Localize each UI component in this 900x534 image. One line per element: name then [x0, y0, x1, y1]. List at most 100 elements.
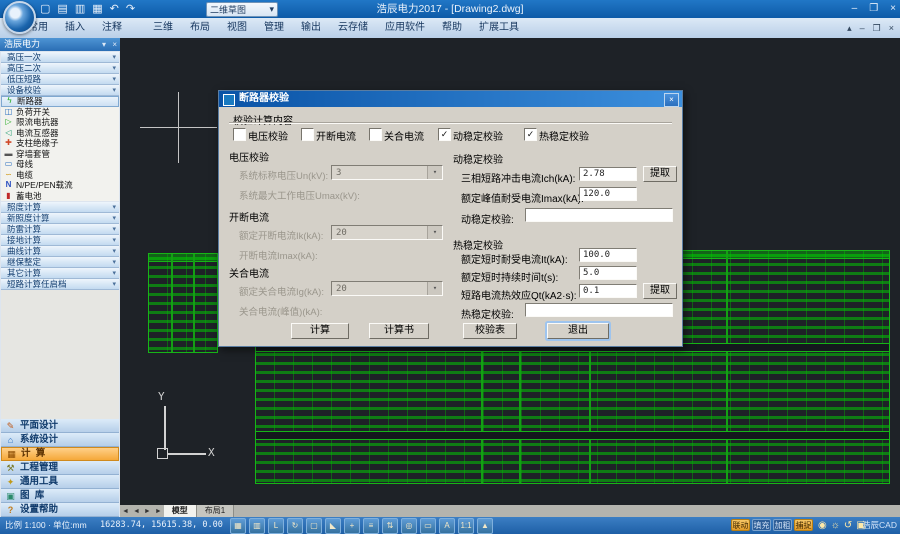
thermal-result-field[interactable]: [525, 303, 673, 317]
sidebar-section-relay-setting[interactable]: 继保整定▾: [1, 257, 119, 268]
tab-help[interactable]: 帮助: [442, 18, 462, 38]
prev-tab-icon[interactable]: ◄: [133, 508, 140, 515]
sidebar-item-current-transformer[interactable]: ◁电流互感器: [1, 128, 119, 139]
sidebar-section-curve-calc[interactable]: 曲线计算▾: [1, 246, 119, 257]
it-input[interactable]: 100.0: [579, 248, 637, 262]
sidebar-item-load-switch[interactable]: ◫负荷开关: [1, 107, 119, 118]
sidebar-header[interactable]: 浩辰电力 ▾ ×: [0, 38, 120, 51]
sync-icon[interactable]: ↺: [844, 518, 852, 533]
tab-view[interactable]: 视图: [227, 18, 247, 38]
calc-report-button[interactable]: 计算书: [369, 323, 429, 339]
osnap-icon[interactable]: ▢: [306, 518, 322, 534]
sidebar-section-illuminance[interactable]: 照度计算▾: [1, 202, 119, 213]
checkbox-breaking-current[interactable]: [301, 128, 314, 141]
workspace-dropdown[interactable]: 二维草图 ▾: [206, 2, 278, 17]
ortho-icon[interactable]: L: [268, 518, 284, 534]
nav-settings-help[interactable]: ?设置帮助: [1, 503, 119, 517]
sidebar-section-device-check[interactable]: 设备校验▾: [1, 85, 119, 96]
restore-button[interactable]: ❐: [869, 0, 878, 18]
check-table-button[interactable]: 校验表: [463, 323, 517, 339]
sidebar-section-short-circuit-task[interactable]: 短路计算任启档▾: [1, 279, 119, 290]
doc-close-icon[interactable]: ×: [889, 23, 894, 33]
sidebar-section-hv-secondary[interactable]: 高压二次▾: [1, 63, 119, 74]
print-icon[interactable]: ▦: [92, 1, 102, 17]
nav-library[interactable]: ▣图 库: [1, 489, 119, 503]
new-file-icon[interactable]: ▢: [40, 1, 50, 17]
toggle-linkage[interactable]: 联动: [731, 519, 750, 531]
toggle-snap[interactable]: 捕捉: [794, 519, 813, 531]
breaking-ik-combo[interactable]: 20 ▾: [331, 225, 443, 240]
save-file-icon[interactable]: ▥: [75, 1, 85, 17]
calculate-button[interactable]: 计算: [291, 323, 349, 339]
panel-close-icon[interactable]: ×: [112, 38, 117, 51]
dialog-title-bar[interactable]: 断路器校验: [219, 91, 682, 107]
sidebar-item-busbar[interactable]: ▭母线: [1, 159, 119, 170]
ich-input[interactable]: 2.78: [579, 167, 637, 181]
sidebar-item-cable[interactable]: ∽电缆: [1, 170, 119, 181]
chevron-down-icon[interactable]: ▾: [427, 166, 442, 179]
extract-qt-button[interactable]: 提取: [643, 283, 677, 299]
t-input[interactable]: 5.0: [579, 266, 637, 280]
closing-ig-combo[interactable]: 20 ▾: [331, 281, 443, 296]
ribbon-collapse-icon[interactable]: ▴: [847, 23, 852, 34]
next-tab-icon[interactable]: ►: [144, 508, 151, 515]
pin-icon[interactable]: ▾: [102, 38, 106, 51]
toggle-bold[interactable]: 加粗: [773, 519, 792, 531]
tab-layout[interactable]: 布局: [190, 18, 210, 38]
tab-insert[interactable]: 插入: [65, 18, 85, 38]
sidebar-item-post-insulator[interactable]: ✚支柱绝缘子: [1, 138, 119, 149]
close-button[interactable]: ×: [890, 0, 896, 18]
sidebar-section-lv-short-circuit[interactable]: 低压短路▾: [1, 74, 119, 85]
checkbox-label[interactable]: 热稳定校验: [539, 128, 589, 143]
nav-system-design[interactable]: ⌂系统设计: [1, 433, 119, 447]
sidebar-section-lightning[interactable]: 防雷计算▾: [1, 224, 119, 235]
checkbox-thermal-stability[interactable]: ✓: [524, 128, 537, 141]
app-logo[interactable]: [3, 1, 36, 34]
dyn-input-icon[interactable]: ≡: [363, 518, 379, 534]
checkbox-closing-current[interactable]: [369, 128, 382, 141]
sidebar-section-hv-primary[interactable]: 高压一次▾: [1, 52, 119, 63]
workspace-switch-icon[interactable]: ▲: [477, 518, 493, 534]
bulb-icon[interactable]: ☼: [831, 518, 840, 533]
toggle-fill[interactable]: 填充: [752, 519, 771, 531]
user-icon[interactable]: ◉: [818, 518, 827, 533]
grid-display-icon[interactable]: ▥: [249, 518, 265, 534]
tab-layout1[interactable]: 布局1: [197, 505, 234, 517]
minimize-button[interactable]: –: [852, 0, 858, 18]
sidebar-item-wall-bushing[interactable]: ▬穿墙套管: [1, 149, 119, 160]
dynamic-result-field[interactable]: [525, 208, 673, 222]
checkbox-label[interactable]: 电压校验: [248, 128, 288, 143]
tab-model[interactable]: 模型: [164, 505, 197, 517]
nav-calculation[interactable]: ▦计 算: [1, 447, 119, 461]
dyn-ucs-icon[interactable]: +: [344, 518, 360, 534]
checkbox-label[interactable]: 关合电流: [384, 128, 424, 143]
tab-cloud[interactable]: 云存储: [338, 18, 368, 38]
checkbox-label[interactable]: 动稳定校验: [453, 128, 503, 143]
polar-tracking-icon[interactable]: ↻: [287, 518, 303, 534]
lineweight-icon[interactable]: ⇅: [382, 518, 398, 534]
tab-manage[interactable]: 管理: [264, 18, 284, 38]
nav-common-tools[interactable]: ✦通用工具: [1, 475, 119, 489]
open-file-icon[interactable]: ▤: [57, 1, 67, 17]
last-tab-icon[interactable]: ►: [155, 508, 162, 515]
checkbox-voltage-check[interactable]: [233, 128, 246, 141]
doc-minimize-icon[interactable]: –: [860, 23, 865, 33]
tab-annotate[interactable]: 注释: [102, 18, 122, 38]
dialog-close-button[interactable]: ×: [664, 93, 679, 107]
nav-plane-design[interactable]: ✎平面设计: [1, 419, 119, 433]
title-bar[interactable]: ▢ ▤ ▥ ▦ ↶ ↷ 二维草图 ▾ 浩辰电力2017 - [Drawing2.…: [0, 0, 900, 18]
imax-input[interactable]: 120.0: [579, 187, 637, 201]
tab-output[interactable]: 输出: [301, 18, 321, 38]
transparency-icon[interactable]: ◎: [401, 518, 417, 534]
annotation-scale-icon[interactable]: 1:1: [458, 518, 474, 534]
checkbox-label[interactable]: 开断电流: [316, 128, 356, 143]
voltage-un-combo[interactable]: 3 ▾: [331, 165, 443, 180]
chevron-down-icon[interactable]: ▾: [427, 226, 442, 239]
sidebar-section-new-illuminance[interactable]: 新照度计算▾: [1, 213, 119, 224]
checkbox-dynamic-stability[interactable]: ✓: [438, 128, 451, 141]
qt-input[interactable]: 0.1: [579, 284, 637, 298]
sidebar-section-other-calc[interactable]: 其它计算▾: [1, 268, 119, 279]
extract-ich-button[interactable]: 提取: [643, 166, 677, 182]
sidebar-item-reactor[interactable]: ▷限流电抗器: [1, 117, 119, 128]
redo-icon[interactable]: ↷: [126, 1, 135, 17]
